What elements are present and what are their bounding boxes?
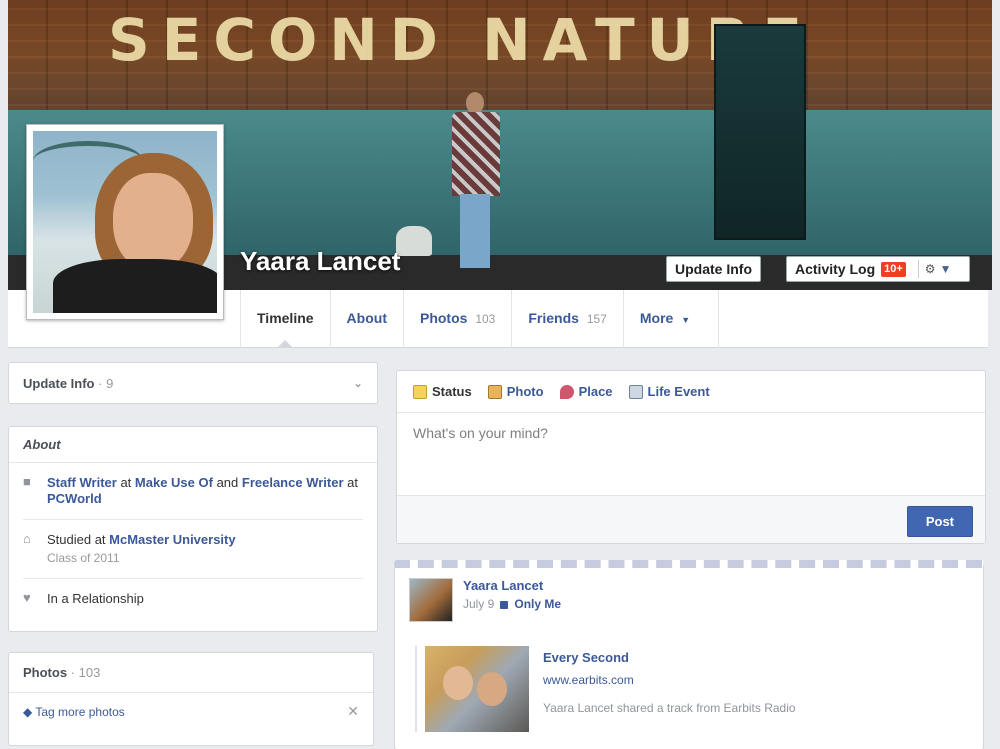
chevron-down-icon[interactable]: ⌄ [353,376,363,390]
story-subline: July 9 Only Me [463,597,561,611]
composer-tab-label: Life Event [647,384,710,399]
tab-more[interactable]: More ▼ [622,290,719,348]
life-event-icon [628,384,643,399]
cover-bag [396,226,432,256]
profile-picture-image [33,131,217,313]
update-info-card[interactable]: Update Info · 9 ⌄ [8,362,378,404]
status-icon [413,384,427,399]
photos-count: 103 [78,665,101,680]
attachment-thumbnail[interactable] [425,646,529,732]
work-at2-text: at [343,475,358,490]
post-button[interactable]: Post [906,506,973,537]
tab-timeline[interactable]: Timeline [240,290,330,348]
activity-log-label: Activity Log [795,261,876,277]
work-org2-link[interactable]: PCWorld [47,491,102,506]
story-meta: Yaara Lancet July 9 Only Me [463,578,561,622]
about-relationship-row: ♥ In a Relationship [23,579,363,619]
tab-friends[interactable]: Friends 157 [511,290,623,348]
work-org-link[interactable]: Make Use Of [135,475,213,490]
place-pin-icon [559,384,574,399]
work-at-text: at [116,475,135,490]
author-name-link[interactable]: Yaara Lancet [463,578,561,593]
tab-count: 103 [475,312,496,326]
photos-card: Photos · 103 ◆ Tag more photos ✕ [8,652,374,746]
close-icon[interactable]: ✕ [347,703,359,720]
tab-label: Photos [419,310,468,326]
attachment-text: Every Second www.earbits.com Yaara Lance… [543,646,796,732]
photos-separator: · [67,665,79,680]
author-avatar[interactable] [409,578,453,622]
attachment-title-link[interactable]: Every Second [543,650,796,665]
caret-down-icon: ▼ [939,262,952,276]
tab-about[interactable]: About [329,290,403,348]
about-work-row: ■ Staff Writer at Make Use Of and Freela… [23,463,363,520]
relationship-text: In a Relationship [47,591,144,606]
composer-footer: Post [397,495,985,543]
tab-label: More [639,310,674,326]
activity-log-badge: 10+ [881,261,906,277]
school-icon: ⌂ [23,531,31,546]
school-link[interactable]: McMaster University [109,532,235,547]
about-card: About ■ Staff Writer at Make Use Of and … [8,426,378,632]
about-education-text: Studied at McMaster University Class of … [47,532,236,566]
about-work-text: Staff Writer at Make Use Of and Freelanc… [47,475,363,507]
tag-icon: ◆ [23,704,33,719]
photo-icon [487,384,502,399]
work-role-link[interactable]: Staff Writer [47,475,117,490]
cover-door [714,24,806,240]
education-prefix: Studied at [47,532,110,547]
photos-title-row[interactable]: Photos · 103 [9,653,373,693]
composer-tab-place[interactable]: Place [559,384,613,399]
composer-tab-photo[interactable]: Photo [487,384,544,399]
composer-tab-label: Photo [506,384,544,399]
cover-person [448,92,504,268]
briefcase-icon: ■ [23,474,31,489]
tab-label: Friends [528,310,579,326]
composer-tab-life-event[interactable]: Life Event [628,384,710,399]
tab-photos[interactable]: Photos 103 [402,290,511,348]
status-composer: Status Photo Place Life Event What's on … [396,370,986,544]
composer-tab-label: Status [432,384,472,399]
attachment-url-link[interactable]: www.earbits.com [543,673,796,687]
tab-count: 157 [586,312,607,326]
update-info-separator: · [94,375,107,391]
tag-photos-link[interactable]: ◆ Tag more photos [23,705,125,719]
timeline-story: Yaara Lancet July 9 Only Me Every Second… [394,560,984,749]
activity-log-button[interactable]: Activity Log 10+ ⚙ ▼ [786,256,970,282]
tag-photos-label: Tag more photos [35,704,125,719]
work-role2-link[interactable]: Freelance Writer [242,475,344,490]
profile-name: Yaara Lancet [240,246,401,276]
privacy-selector[interactable]: Only Me [514,597,561,611]
about-education-row: ⌂ Studied at McMaster University Class o… [23,520,363,579]
composer-tab-status[interactable]: Status [413,384,472,399]
tab-label: Timeline [257,310,314,326]
about-title: About [9,427,377,463]
status-input[interactable]: What's on your mind? [397,413,985,493]
tab-label: About [346,310,387,326]
class-year: Class of 2011 [47,551,120,565]
lock-icon [500,601,509,609]
settings-menu-button[interactable]: ⚙ ▼ [917,260,952,278]
composer-tabs: Status Photo Place Life Event [397,371,985,413]
work-and-text: and [212,475,242,490]
attachment-description: Yaara Lancet shared a track from Earbits… [543,701,796,715]
story-header: Yaara Lancet July 9 Only Me [395,568,983,632]
profile-picture[interactable] [26,124,224,320]
update-info-button[interactable]: Update Info [666,256,761,282]
story-date[interactable]: July 9 [463,597,494,611]
composer-tab-label: Place [578,384,613,399]
caret-down-icon: ▼ [681,315,691,325]
update-info-label: Update Info [23,375,95,391]
profile-tabs: Timeline About Photos 103 Friends 157 Mo… [240,290,719,348]
story-attachment: Every Second www.earbits.com Yaara Lance… [415,646,969,732]
cover-sign: SECOND NATURE [108,6,815,66]
gear-icon: ⚙ [924,262,936,276]
update-info-count: 9 [106,375,114,391]
heart-icon: ♥ [23,590,31,605]
photos-title: Photos [23,665,68,680]
tag-photos-row: ◆ Tag more photos ✕ [9,693,373,730]
